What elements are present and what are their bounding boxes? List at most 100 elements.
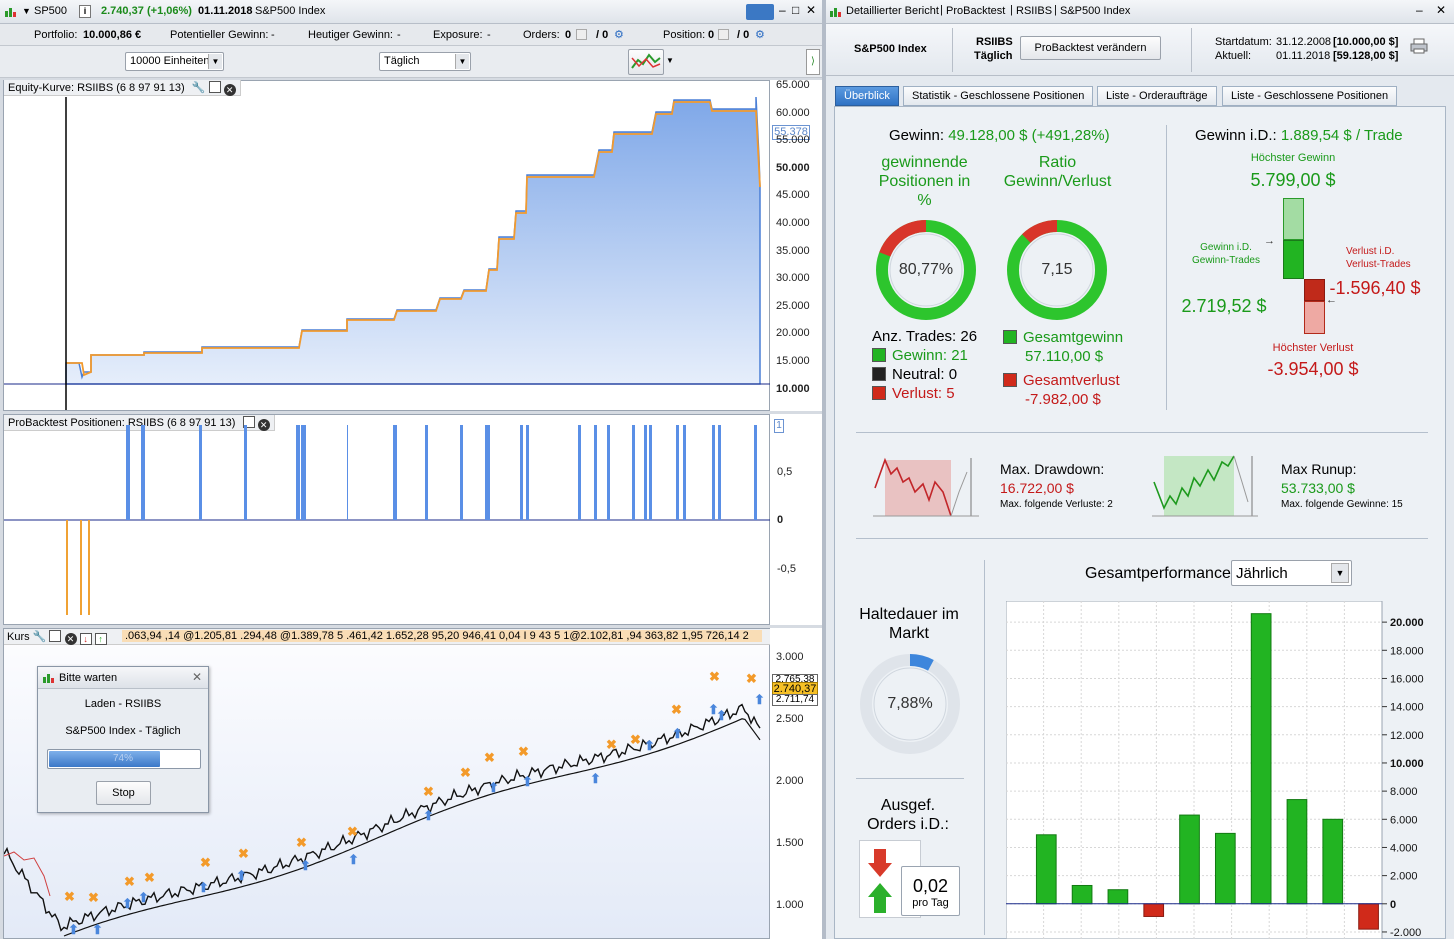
report-system: RSIIBS [1016,5,1053,17]
long-position-bar [594,425,597,520]
left-toolbar: 10000 Einheiten ▼ Täglich ▼ ▼ ⟩ [0,46,822,78]
position-total: / 0 [737,29,750,41]
loading-dialog: Bitte warten ✕ Laden - RSIIBS S&P500 Ind… [37,666,209,813]
equity-tick: 45.000 [776,189,810,202]
dialog-line1: Laden - RSIIBS [84,698,162,710]
printer-icon[interactable] [1410,38,1428,54]
bar-2012 [1143,903,1165,917]
equity-tick: 40.000 [776,217,810,229]
long-position-bar [199,425,202,520]
position-count: 0 [708,29,715,41]
position-label: Position: [663,29,706,41]
wrench-icon[interactable]: 🔧 [33,631,47,643]
close-icon[interactable]: ✕ [806,3,816,17]
scroll-right-icon[interactable]: ⟩ [806,49,820,75]
price-change: (+1,06%) [147,5,192,17]
window-icon[interactable] [49,630,62,642]
bar-2015 [1250,613,1272,905]
y-tick-label: 6.000 [1390,814,1418,826]
keyboard-icon[interactable] [746,4,774,20]
total-gain-value: 57.110,00 $ [1025,348,1104,365]
y-tick-label: 16.000 [1390,673,1424,685]
equity-tick: 10.000 [776,382,810,395]
indicator-chart-icon [631,53,661,69]
losses-count: Verlust: 5 [892,385,955,402]
orders-title: Ausgef. Orders i.D.: [867,797,949,833]
black-swatch [872,367,886,381]
total-gain-label: Gesamtgewinn [1023,329,1124,346]
long-position-bar [520,425,523,520]
neutral-count: Neutral: 0 [892,366,958,383]
chevron-down-icon: ▼ [1331,563,1349,583]
close-icon[interactable]: ✕ [192,670,202,684]
wrench-icon[interactable]: 🔧 [192,82,206,94]
green-swatch [1003,330,1017,344]
window-icon[interactable] [208,81,221,93]
portfolio-label: Portfolio: [34,29,78,41]
report-chart-icon [829,6,843,21]
long-position-bar [649,425,652,520]
hold-title: Haltedauer im Markt [859,606,959,642]
chevron-down-icon: ▼ [208,54,222,69]
header-period: Täglich [974,50,1013,62]
close-panel-icon[interactable]: ✕ [64,633,77,645]
header-divider [952,28,953,72]
highest-gain-value: 5.799,00 $ [1250,170,1336,190]
chevron-down-icon: ▼ [455,54,469,69]
buy-signal-marker: ⬆ [122,896,133,911]
tab-statistics[interactable]: Statistik - Geschlossene Positionen [903,86,1094,106]
progress-bar: 74% [47,749,201,769]
tab-closed-positions[interactable]: Liste - Geschlossene Positionen [1222,86,1398,106]
sell-signal-marker: ✖ [88,890,99,905]
drawdown-sub: Max. folgende Verluste: 2 [1000,499,1113,510]
minimize-icon[interactable]: – [779,3,786,17]
loss-bar-light [1304,301,1325,334]
section-divider-vertical [984,560,985,935]
tab-overview[interactable]: Überblick [835,86,899,106]
dropdown-arrow-icon[interactable]: ▼ [22,6,31,16]
runup-value: 53.733,00 $ [1281,480,1355,496]
indicator-menu-arrow-icon[interactable]: ▼ [666,56,674,65]
wins-count: Gewinn: 21 [892,347,968,364]
sell-order-icon[interactable]: ↓ [79,633,92,645]
symbol-label[interactable]: SP500 [34,5,67,17]
maximize-icon[interactable]: □ [792,3,799,17]
sell-signal-marker: ✖ [64,889,75,904]
bar-2014 [1214,832,1236,905]
indicator-button[interactable] [628,49,664,75]
dialog-title: Bitte warten [59,672,118,684]
long-position-bar [296,425,300,520]
perf-select[interactable]: Jährlich ▼ [1231,560,1352,586]
red-swatch [872,386,886,400]
buy-signal-marker: ⬆ [423,808,434,823]
gain-summary: Gewinn: 49.128,00 $ (+491,28%) [889,127,1110,144]
bar-2011 [1107,889,1129,905]
close-panel-icon[interactable]: ✕ [223,84,236,96]
change-backtest-button[interactable]: ProBacktest verändern [1020,36,1161,60]
units-select[interactable]: 10000 Einheiten ▼ [125,52,224,71]
gain-label: Gewinn: [889,127,945,144]
tab-orders[interactable]: Liste - Orderaufträge [1097,86,1217,106]
orders-cancel-icon[interactable] [576,29,587,40]
info-icon[interactable]: i [79,5,91,18]
stop-button[interactable]: Stop [96,781,151,805]
equity-curve [4,97,770,410]
equity-tick: 55.000 [776,134,810,147]
long-position-bar [644,425,647,520]
equity-tick: 60.000 [776,106,810,119]
position-cancel-icon[interactable] [718,29,729,40]
orders-gear-icon[interactable]: ⚙ [614,28,624,41]
winning-pct: 80,77% [898,261,954,278]
potential-gain-label: Potentieller Gewinn: [170,29,269,41]
positions-tag: 1 [774,419,784,433]
potential-gain-value: - [271,29,275,41]
position-gear-icon[interactable]: ⚙ [755,28,765,41]
sell-signal-marker: ✖ [200,855,211,870]
dialog-titlebar: Bitte warten ✕ [38,667,208,689]
close-icon[interactable]: ✕ [1436,3,1446,17]
runup-sparkline [1152,455,1258,517]
short-position-bar [88,520,90,615]
minimize-icon[interactable]: – [1416,3,1423,17]
buy-order-icon[interactable]: ↑ [94,633,107,645]
period-select[interactable]: Täglich ▼ [379,52,471,71]
